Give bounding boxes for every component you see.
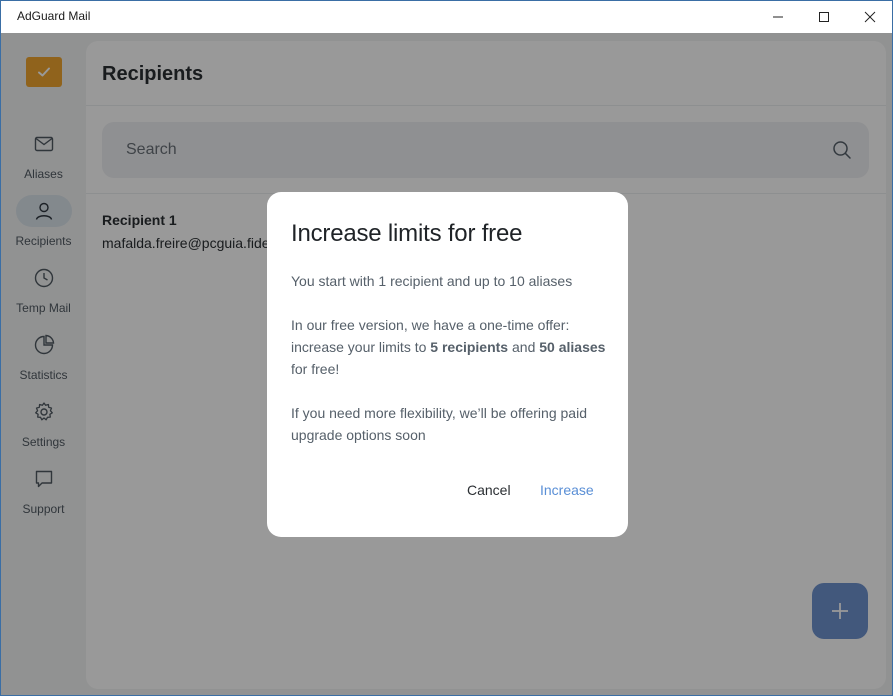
close-button[interactable] <box>847 1 892 33</box>
minimize-button[interactable] <box>755 1 801 33</box>
maximize-icon <box>819 12 829 22</box>
dialog-text-intro: You start with 1 recipient and up to 10 … <box>291 273 573 289</box>
increase-button[interactable]: Increase <box>540 482 594 498</box>
dialog-text-upgrade: If you need more flexibility, we’ll be o… <box>291 405 587 443</box>
title-bar: AdGuard Mail <box>1 1 892 33</box>
dialog-text-offer: In our free version, we have a one-time … <box>291 317 606 377</box>
window-title: AdGuard Mail <box>17 9 91 23</box>
cancel-button[interactable]: Cancel <box>467 482 511 498</box>
app-window: AdGuard Mail Aliases Recipients Temp Mai… <box>0 0 893 696</box>
minimize-icon <box>773 16 783 18</box>
increase-limits-dialog: Increase limits for free You start with … <box>267 192 628 537</box>
dialog-title: Increase limits for free <box>291 220 523 247</box>
close-icon <box>864 11 876 23</box>
maximize-button[interactable] <box>801 1 847 33</box>
